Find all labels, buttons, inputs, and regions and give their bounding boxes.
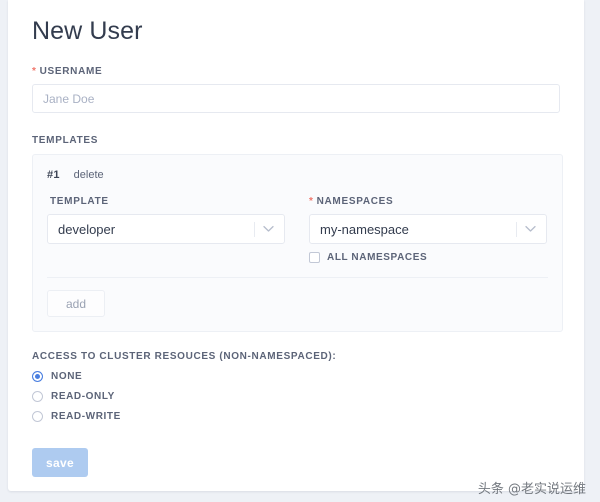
username-input[interactable] [32,84,560,113]
template-select-value: developer [58,221,116,237]
add-template-button[interactable]: add [47,290,105,317]
namespaces-label: * NAMESPACES [309,196,547,207]
username-label-text: USERNAME [39,66,103,77]
cluster-access-section: ACCESS TO CLUSTER RESOUCES (NON-NAMESPAC… [32,351,560,422]
all-namespaces-checkbox-row[interactable]: ALL NAMESPACES [309,252,547,263]
namespaces-select-group: * NAMESPACES my-namespace ALL NAMESPACES [309,196,547,263]
templates-section-label: TEMPLATES [32,135,99,146]
templates-divider [47,277,548,278]
radio-option-read-only[interactable]: READ-ONLY [32,391,560,402]
radio-option-read-write[interactable]: READ-WRITE [32,411,560,422]
radio-option-none[interactable]: NONE [32,371,560,382]
radio-label-read-write: READ-WRITE [51,411,121,422]
all-namespaces-checkbox[interactable] [309,252,320,263]
templates-panel: #1 delete TEMPLATE developer * NAMESPACE… [32,154,563,332]
cluster-access-title: ACCESS TO CLUSTER RESOUCES (NON-NAMESPAC… [32,351,337,362]
template-label-text: TEMPLATE [50,196,109,207]
radio-label-read-only: READ-ONLY [51,391,115,402]
radio-icon-none[interactable] [32,371,43,382]
radio-icon-read-write[interactable] [32,411,43,422]
username-field-group: * USERNAME [32,66,560,113]
chevron-down-icon[interactable] [523,215,537,243]
namespaces-select-value: my-namespace [320,221,409,237]
namespaces-required-asterisk-icon: * [309,196,314,207]
template-index-label: #1 [47,169,60,181]
username-label: * USERNAME [32,66,560,77]
templates-section: TEMPLATES #1 delete TEMPLATE developer *… [32,135,563,332]
required-asterisk-icon: * [32,66,37,77]
radio-icon-read-only[interactable] [32,391,43,402]
template-select[interactable]: developer [47,214,285,244]
namespaces-select[interactable]: my-namespace [309,214,547,244]
save-button[interactable]: save [32,448,88,477]
all-namespaces-label: ALL NAMESPACES [327,252,428,263]
radio-label-none: NONE [51,371,83,382]
chevron-down-icon[interactable] [261,215,275,243]
template-select-group: TEMPLATE developer [47,196,285,263]
template-delete-link[interactable]: delete [74,169,104,181]
watermark: 头条 @老实说运维 [477,482,586,497]
template-label: TEMPLATE [47,196,285,207]
new-user-card: New User *USERNAME TEMPLATES #1 delete T… [8,0,584,491]
select-separator [254,222,255,237]
template-fields-row: TEMPLATE developer * NAMESPACES my-names… [47,196,548,263]
template-entry-header: #1 delete [47,167,548,183]
page-title: New User [32,17,143,45]
namespaces-label-text: NAMESPACES [316,196,394,207]
select-separator [516,222,517,237]
